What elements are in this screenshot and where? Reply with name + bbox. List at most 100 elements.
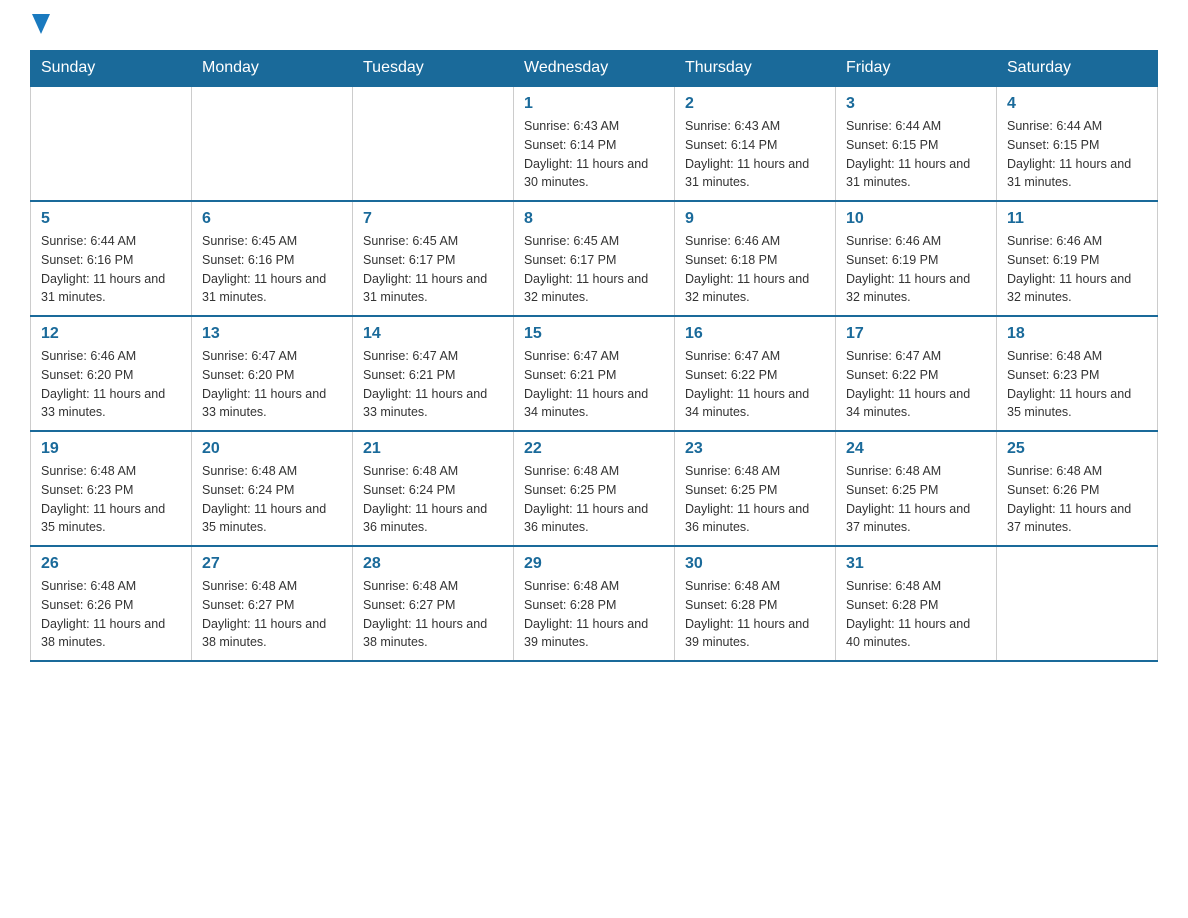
day-info: Sunrise: 6:43 AMSunset: 6:14 PMDaylight:… (685, 117, 825, 192)
calendar-cell: 10 Sunrise: 6:46 AMSunset: 6:19 PMDayligh… (836, 201, 997, 316)
calendar-cell: 31 Sunrise: 6:48 AMSunset: 6:28 PMDayligh… (836, 546, 997, 661)
calendar-cell: 25 Sunrise: 6:48 AMSunset: 6:26 PMDayligh… (997, 431, 1158, 546)
day-info: Sunrise: 6:48 AMSunset: 6:26 PMDaylight:… (1007, 462, 1147, 537)
day-number: 18 (1007, 325, 1147, 343)
day-number: 2 (685, 95, 825, 113)
page-header (30, 20, 1158, 30)
calendar-cell: 23 Sunrise: 6:48 AMSunset: 6:25 PMDayligh… (675, 431, 836, 546)
calendar-cell: 19Sunrise: 6:48 AMSunset: 6:23 PMDayligh… (31, 431, 192, 546)
calendar-cell: 20 Sunrise: 6:48 AMSunset: 6:24 PMDayligh… (192, 431, 353, 546)
logo (30, 20, 50, 30)
day-info: Sunrise: 6:47 AMSunset: 6:21 PMDaylight:… (363, 347, 503, 422)
calendar-cell (192, 86, 353, 201)
day-info: Sunrise: 6:48 AMSunset: 6:27 PMDaylight:… (363, 577, 503, 652)
day-info: Sunrise: 6:44 AMSunset: 6:15 PMDaylight:… (1007, 117, 1147, 192)
day-of-week-header: Monday (192, 51, 353, 87)
calendar-week-row: 26 Sunrise: 6:48 AMSunset: 6:26 PMDayligh… (31, 546, 1158, 661)
day-of-week-header: Tuesday (353, 51, 514, 87)
day-number: 29 (524, 555, 664, 573)
day-number: 1 (524, 95, 664, 113)
day-info: Sunrise: 6:48 AMSunset: 6:28 PMDaylight:… (685, 577, 825, 652)
calendar-cell (997, 546, 1158, 661)
calendar-week-row: 12Sunrise: 6:46 AMSunset: 6:20 PMDayligh… (31, 316, 1158, 431)
calendar-week-row: 5 Sunrise: 6:44 AMSunset: 6:16 PMDaylight… (31, 201, 1158, 316)
calendar-cell: 11 Sunrise: 6:46 AMSunset: 6:19 PMDayligh… (997, 201, 1158, 316)
day-number: 16 (685, 325, 825, 343)
day-number: 5 (41, 210, 181, 228)
calendar-cell: 30 Sunrise: 6:48 AMSunset: 6:28 PMDayligh… (675, 546, 836, 661)
calendar-cell: 22 Sunrise: 6:48 AMSunset: 6:25 PMDayligh… (514, 431, 675, 546)
calendar-cell: 1 Sunrise: 6:43 AMSunset: 6:14 PMDaylight… (514, 86, 675, 201)
calendar-week-row: 19Sunrise: 6:48 AMSunset: 6:23 PMDayligh… (31, 431, 1158, 546)
day-info: Sunrise: 6:47 AMSunset: 6:22 PMDaylight:… (846, 347, 986, 422)
day-number: 3 (846, 95, 986, 113)
day-number: 13 (202, 325, 342, 343)
day-number: 19 (41, 440, 181, 458)
day-number: 17 (846, 325, 986, 343)
day-number: 10 (846, 210, 986, 228)
day-info: Sunrise: 6:48 AMSunset: 6:24 PMDaylight:… (202, 462, 342, 537)
calendar-cell: 7Sunrise: 6:45 AMSunset: 6:17 PMDaylight… (353, 201, 514, 316)
day-info: Sunrise: 6:46 AMSunset: 6:20 PMDaylight:… (41, 347, 181, 422)
day-number: 30 (685, 555, 825, 573)
calendar-cell: 27Sunrise: 6:48 AMSunset: 6:27 PMDayligh… (192, 546, 353, 661)
day-info: Sunrise: 6:48 AMSunset: 6:26 PMDaylight:… (41, 577, 181, 652)
day-of-week-header: Wednesday (514, 51, 675, 87)
day-number: 28 (363, 555, 503, 573)
day-number: 11 (1007, 210, 1147, 228)
day-number: 31 (846, 555, 986, 573)
day-number: 21 (363, 440, 503, 458)
calendar-cell: 24 Sunrise: 6:48 AMSunset: 6:25 PMDayligh… (836, 431, 997, 546)
day-info: Sunrise: 6:45 AMSunset: 6:16 PMDaylight:… (202, 232, 342, 307)
day-info: Sunrise: 6:45 AMSunset: 6:17 PMDaylight:… (524, 232, 664, 307)
day-info: Sunrise: 6:48 AMSunset: 6:28 PMDaylight:… (846, 577, 986, 652)
calendar-cell (31, 86, 192, 201)
day-info: Sunrise: 6:48 AMSunset: 6:25 PMDaylight:… (524, 462, 664, 537)
calendar-cell: 12Sunrise: 6:46 AMSunset: 6:20 PMDayligh… (31, 316, 192, 431)
calendar-week-row: 1 Sunrise: 6:43 AMSunset: 6:14 PMDaylight… (31, 86, 1158, 201)
day-info: Sunrise: 6:46 AMSunset: 6:19 PMDaylight:… (846, 232, 986, 307)
calendar-cell: 3 Sunrise: 6:44 AMSunset: 6:15 PMDaylight… (836, 86, 997, 201)
calendar-cell: 5 Sunrise: 6:44 AMSunset: 6:16 PMDaylight… (31, 201, 192, 316)
day-number: 26 (41, 555, 181, 573)
calendar-cell: 29Sunrise: 6:48 AMSunset: 6:28 PMDayligh… (514, 546, 675, 661)
logo-triangle-icon (32, 14, 50, 34)
day-info: Sunrise: 6:47 AMSunset: 6:20 PMDaylight:… (202, 347, 342, 422)
day-number: 23 (685, 440, 825, 458)
calendar-cell: 21 Sunrise: 6:48 AMSunset: 6:24 PMDayligh… (353, 431, 514, 546)
calendar-cell: 26 Sunrise: 6:48 AMSunset: 6:26 PMDayligh… (31, 546, 192, 661)
calendar-cell: 16Sunrise: 6:47 AMSunset: 6:22 PMDayligh… (675, 316, 836, 431)
day-of-week-header: Sunday (31, 51, 192, 87)
day-info: Sunrise: 6:45 AMSunset: 6:17 PMDaylight:… (363, 232, 503, 307)
day-info: Sunrise: 6:48 AMSunset: 6:25 PMDaylight:… (685, 462, 825, 537)
calendar-cell: 6 Sunrise: 6:45 AMSunset: 6:16 PMDaylight… (192, 201, 353, 316)
day-info: Sunrise: 6:46 AMSunset: 6:19 PMDaylight:… (1007, 232, 1147, 307)
day-number: 9 (685, 210, 825, 228)
calendar-cell: 2 Sunrise: 6:43 AMSunset: 6:14 PMDaylight… (675, 86, 836, 201)
day-info: Sunrise: 6:44 AMSunset: 6:15 PMDaylight:… (846, 117, 986, 192)
day-info: Sunrise: 6:46 AMSunset: 6:18 PMDaylight:… (685, 232, 825, 307)
calendar-cell: 17 Sunrise: 6:47 AMSunset: 6:22 PMDayligh… (836, 316, 997, 431)
calendar-cell: 14Sunrise: 6:47 AMSunset: 6:21 PMDayligh… (353, 316, 514, 431)
day-of-week-header: Saturday (997, 51, 1158, 87)
day-info: Sunrise: 6:48 AMSunset: 6:24 PMDaylight:… (363, 462, 503, 537)
calendar-cell: 4Sunrise: 6:44 AMSunset: 6:15 PMDaylight… (997, 86, 1158, 201)
day-info: Sunrise: 6:43 AMSunset: 6:14 PMDaylight:… (524, 117, 664, 192)
day-number: 8 (524, 210, 664, 228)
calendar-header-row: SundayMondayTuesdayWednesdayThursdayFrid… (31, 51, 1158, 87)
day-number: 20 (202, 440, 342, 458)
day-of-week-header: Friday (836, 51, 997, 87)
day-of-week-header: Thursday (675, 51, 836, 87)
day-info: Sunrise: 6:48 AMSunset: 6:23 PMDaylight:… (1007, 347, 1147, 422)
day-info: Sunrise: 6:47 AMSunset: 6:21 PMDaylight:… (524, 347, 664, 422)
calendar-cell: 8 Sunrise: 6:45 AMSunset: 6:17 PMDaylight… (514, 201, 675, 316)
day-number: 27 (202, 555, 342, 573)
calendar-table: SundayMondayTuesdayWednesdayThursdayFrid… (30, 50, 1158, 662)
day-number: 22 (524, 440, 664, 458)
day-info: Sunrise: 6:44 AMSunset: 6:16 PMDaylight:… (41, 232, 181, 307)
day-info: Sunrise: 6:48 AMSunset: 6:25 PMDaylight:… (846, 462, 986, 537)
day-number: 24 (846, 440, 986, 458)
day-number: 25 (1007, 440, 1147, 458)
calendar-cell: 18 Sunrise: 6:48 AMSunset: 6:23 PMDayligh… (997, 316, 1158, 431)
day-number: 6 (202, 210, 342, 228)
